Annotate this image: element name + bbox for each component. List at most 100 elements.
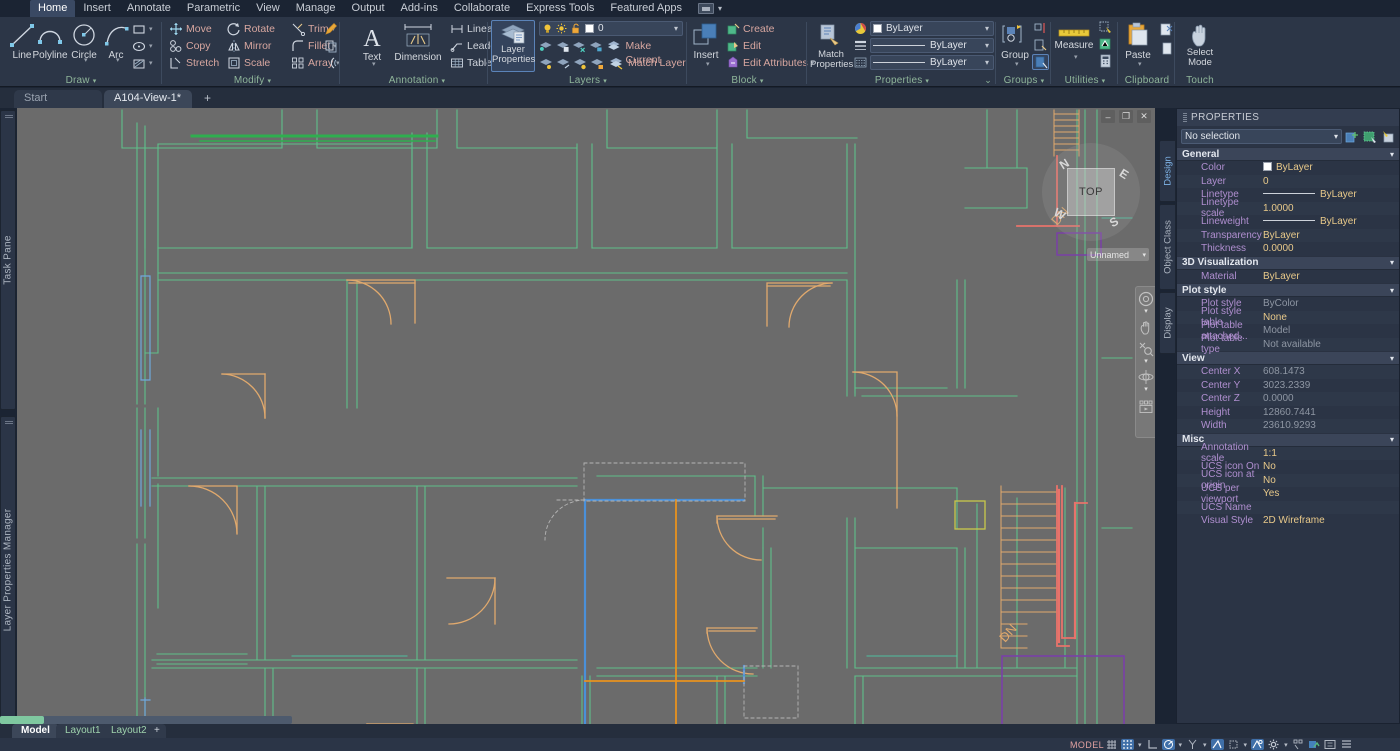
viewcube[interactable]: TOP N E S W: [1042, 143, 1140, 241]
dock-task-pane[interactable]: Task Pane: [0, 110, 16, 410]
property-row[interactable]: Transparency ByLayer: [1177, 228, 1399, 242]
object-linetype-combo[interactable]: ByLayer ▾: [870, 55, 994, 70]
navbar-wheel-dropdown-icon[interactable]: ▾: [1144, 308, 1148, 315]
panel-title-touch[interactable]: Touch: [1176, 75, 1224, 86]
lineweight-icon[interactable]: [854, 39, 867, 52]
object-lineweight-combo[interactable]: ByLayer ▾: [870, 38, 994, 53]
horizontal-scrollbar[interactable]: [0, 716, 292, 724]
layer-unlock-icon[interactable]: [590, 56, 605, 70]
side-tab-object-class[interactable]: Object Class: [1159, 204, 1176, 290]
property-value[interactable]: No: [1263, 461, 1399, 472]
property-row[interactable]: Width 23610.9293: [1177, 419, 1399, 433]
panel-title-utilities[interactable]: Utilities ▾: [1052, 75, 1118, 86]
property-value[interactable]: None: [1263, 312, 1399, 323]
properties-group-plot-style[interactable]: Plot style ▾: [1177, 283, 1399, 297]
chevron-down-icon[interactable]: ▾: [1334, 132, 1338, 141]
property-value[interactable]: 0.0000: [1263, 243, 1399, 254]
circle-dropdown-icon[interactable]: ▾: [84, 56, 88, 64]
menu-item-annotate[interactable]: Annotate: [119, 0, 179, 17]
properties-palette-title-bar[interactable]: PROPERTIES: [1177, 109, 1399, 126]
property-row[interactable]: Thickness 0.0000: [1177, 242, 1399, 256]
property-row[interactable]: Material ByLayer: [1177, 270, 1399, 284]
object-snap-tracking-icon[interactable]: [1210, 739, 1224, 750]
workspace-settings-icon[interactable]: [1267, 739, 1280, 750]
panel-title-groups[interactable]: Groups ▾: [997, 75, 1051, 86]
chevron-down-icon[interactable]: ▾: [1390, 435, 1394, 444]
show-motion-icon[interactable]: [1138, 400, 1154, 414]
measure-button[interactable]: Measure ▾: [1052, 26, 1096, 61]
block-edit-button[interactable]: Edit: [726, 38, 761, 54]
hardware-accel-icon[interactable]: [1308, 739, 1321, 750]
ellipse-dropdown-icon[interactable]: ▾: [149, 42, 153, 50]
modify-move-button[interactable]: Move: [169, 21, 212, 37]
layer-freeze-icon[interactable]: [556, 39, 571, 53]
match-properties-button[interactable]: Match Properties: [810, 22, 853, 70]
match-layer-icon[interactable]: [609, 56, 624, 70]
cut-button[interactable]: [1159, 22, 1174, 40]
group-dropdown-icon[interactable]: ▾: [1015, 60, 1019, 68]
linetype-icon[interactable]: [854, 56, 867, 69]
selection-combo[interactable]: No selection ▾: [1181, 129, 1342, 144]
chevron-down-icon[interactable]: ▾: [1390, 286, 1394, 295]
close-icon[interactable]: ✕: [1137, 110, 1151, 123]
panel-title-modify[interactable]: Modify ▾: [165, 75, 340, 86]
minimize-icon[interactable]: –: [1101, 110, 1115, 123]
new-tab-button[interactable]: +: [204, 91, 211, 105]
customization-icon[interactable]: [1340, 739, 1353, 750]
modify-copy-button[interactable]: Copy: [169, 38, 211, 54]
draw-revcloud-button[interactable]: [324, 21, 338, 37]
menu-item-add-ins[interactable]: Add-ins: [393, 0, 446, 17]
property-row[interactable]: UCS per viewport Yes: [1177, 483, 1399, 505]
property-row[interactable]: Visual Style 2D Wireframe: [1177, 514, 1399, 528]
dock-grip[interactable]: [5, 421, 13, 425]
lightbulb-icon[interactable]: [542, 23, 553, 34]
property-row[interactable]: Layer 0: [1177, 174, 1399, 188]
menu-item-view[interactable]: View: [248, 0, 288, 17]
properties-group-3d-visualization[interactable]: 3D Visualization ▾: [1177, 255, 1399, 270]
property-row[interactable]: Center X 608.1473: [1177, 365, 1399, 379]
property-value[interactable]: 1:1: [1263, 448, 1399, 459]
add-layout-button[interactable]: +: [148, 724, 166, 738]
layer-unisolate-icon[interactable]: [539, 56, 554, 70]
restore-icon[interactable]: ❐: [1119, 110, 1133, 123]
panel-title-annotation[interactable]: Annotation ▾: [346, 75, 488, 86]
polar-dropdown-icon[interactable]: ▾: [1179, 741, 1183, 749]
chevron-down-icon[interactable]: ▾: [1390, 258, 1394, 267]
object-color-combo[interactable]: ByLayer ▾: [870, 21, 994, 36]
draw-hatch-button[interactable]: ▾: [132, 55, 153, 71]
property-value[interactable]: ByLayer: [1263, 230, 1399, 241]
property-value[interactable]: 0: [1263, 176, 1399, 187]
viewcube-face[interactable]: TOP: [1067, 168, 1115, 216]
group-edit-button[interactable]: [1033, 38, 1048, 55]
zoom-icon[interactable]: [1138, 341, 1154, 357]
modify-mirror-button[interactable]: Mirror: [227, 38, 271, 54]
steering-wheel-icon[interactable]: [1138, 291, 1154, 307]
current-layer-combo[interactable]: 0 ▾: [539, 21, 683, 36]
layer-properties-button[interactable]: Layer Properties: [491, 20, 535, 72]
file-tab-a104-view-1[interactable]: A104-View-1* ✕: [104, 90, 192, 121]
chevron-down-icon[interactable]: ▾: [1390, 354, 1394, 363]
property-value[interactable]: ByLayer: [1263, 216, 1399, 227]
ungroup-button[interactable]: [1033, 21, 1048, 38]
pan-hand-icon[interactable]: [1138, 320, 1154, 336]
unlock-icon[interactable]: [570, 23, 581, 34]
menu-item-home[interactable]: Home: [30, 0, 76, 17]
property-value[interactable]: ByLayer: [1263, 271, 1399, 282]
layer-lock-icon[interactable]: [589, 39, 604, 53]
paste-dropdown-icon[interactable]: ▾: [1138, 60, 1142, 68]
dock-layer-properties-manager[interactable]: Layer Properties Manager: [0, 416, 16, 724]
menu-item-collaborate[interactable]: Collaborate: [446, 0, 518, 17]
side-tab-display[interactable]: Display: [1159, 292, 1176, 354]
select-mode-button[interactable]: Select Mode: [1178, 22, 1222, 68]
modify-stretch-button[interactable]: Stretch: [169, 55, 219, 71]
select-objects-icon[interactable]: [1363, 130, 1378, 144]
hatch-dropdown-icon[interactable]: ▾: [149, 59, 153, 67]
point-id-button[interactable]: [1098, 37, 1113, 54]
quick-select-button[interactable]: [1098, 20, 1113, 37]
scrollbar-thumb[interactable]: [0, 716, 44, 724]
draw-rectangle-button[interactable]: ▾: [132, 21, 153, 37]
rectangle-dropdown-icon[interactable]: ▾: [149, 25, 153, 33]
match-layer-label[interactable]: Match Layer: [628, 56, 686, 70]
property-value[interactable]: 2D Wireframe: [1263, 515, 1399, 526]
pick-point-icon[interactable]: [1381, 130, 1396, 144]
